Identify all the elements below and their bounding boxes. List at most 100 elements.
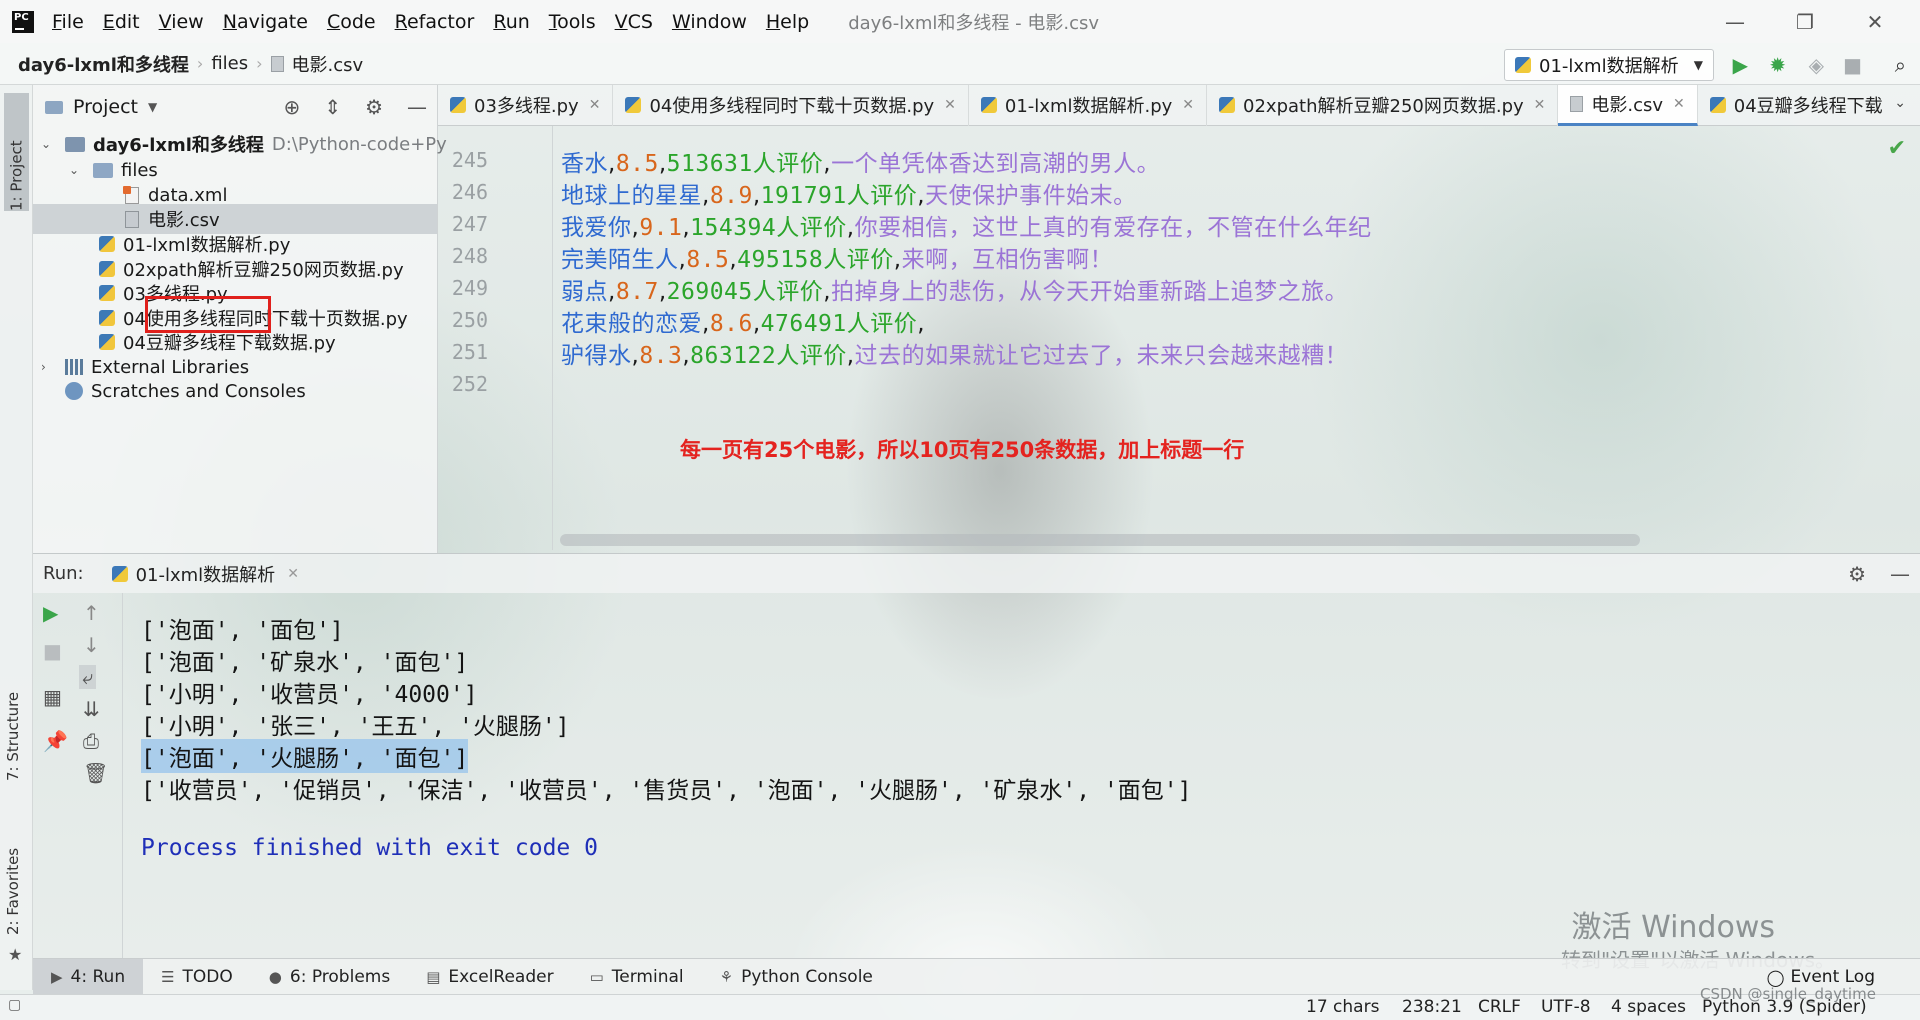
menu-navigate[interactable]: Navigate [223, 11, 308, 33]
collapse-all-icon[interactable]: ⇕ [324, 95, 341, 119]
soft-wrap-icon[interactable]: ⤶ [79, 665, 97, 689]
project-panel-title[interactable]: Project [73, 96, 138, 118]
menu-window[interactable]: Window [672, 11, 747, 33]
breadcrumb-file[interactable]: 电影.csv [292, 51, 364, 77]
line-number: 247 [451, 212, 488, 236]
tab-favorites[interactable]: 2: Favorites [4, 825, 22, 935]
trash-icon[interactable]: 🗑 [83, 761, 108, 785]
status-caret-position[interactable]: 238:21 [1402, 997, 1462, 1017]
movie-quote: 过去的如果就让它过去了，未来只会越来越糟！ [854, 343, 1349, 369]
expand-arrow-icon[interactable]: › [41, 360, 59, 374]
comma: , [702, 183, 710, 209]
scroll-up-icon[interactable]: ↑ [83, 601, 100, 625]
status-encoding[interactable]: UTF-8 [1541, 997, 1591, 1017]
close-tab-icon[interactable]: ✕ [589, 97, 601, 113]
review-count: 269045 [666, 279, 753, 305]
tab-movie-csv[interactable]: 电影.csv ✕ [1558, 84, 1698, 126]
hide-icon[interactable]: — [1890, 562, 1910, 586]
debug-icon[interactable]: ✹ [1769, 53, 1786, 77]
close-icon[interactable]: ✕ [1840, 10, 1910, 34]
excel-icon: ▤ [426, 967, 441, 986]
python-file-icon [1219, 97, 1236, 113]
coverage-icon[interactable]: ◈ [1809, 53, 1824, 77]
editor-area[interactable]: ✔ 245 香水,8.5,513631人评价,一个单凭体香达到高潮的男人。 24… [438, 126, 1920, 550]
tab-04-multithread-download[interactable]: 04使用多线程同时下载十页数据.py ✕ [613, 84, 969, 126]
close-tab-icon[interactable]: ✕ [944, 97, 956, 113]
locate-icon[interactable]: ⊕ [284, 95, 301, 119]
tab-02-xpath[interactable]: 02xpath解析豆瓣250网页数据.py ✕ [1207, 84, 1559, 126]
tool-window-terminal[interactable]: ▭ Terminal [572, 959, 702, 995]
tool-window-excelreader[interactable]: ▤ ExcelReader [408, 959, 571, 995]
python-file-icon [99, 236, 115, 252]
pin-icon[interactable]: 📌 [43, 729, 68, 753]
restore-icon[interactable]: ❐ [1770, 10, 1840, 34]
scroll-down-icon[interactable]: ↓ [83, 633, 100, 657]
csv-row: 香水,8.5,513631人评价,一个单凭体香达到高潮的男人。 [561, 144, 1160, 178]
project-tab-label: 1: Project [7, 140, 26, 211]
layout-icon[interactable]: ▦ [43, 685, 62, 709]
tab-label: 01-lxml数据解析.py [1004, 96, 1173, 117]
tree-scratches[interactable]: Scratches and Consoles [65, 376, 306, 406]
tool-window-problems[interactable]: ● 6: Problems [251, 959, 408, 995]
python-file-icon [99, 334, 115, 350]
event-log-button[interactable]: ◯ Event Log [1767, 967, 1875, 987]
rerun-icon[interactable]: ▶ [43, 601, 58, 625]
toggle-tool-windows-icon[interactable]: ▢ [8, 997, 21, 1013]
menu-tools[interactable]: Tools [549, 11, 596, 33]
root-label: day6-lxml和多线程 [93, 135, 264, 156]
tab-structure[interactable]: 7: Structure [4, 673, 22, 781]
stop-icon[interactable]: ■ [1843, 53, 1862, 77]
breadcrumb-project[interactable]: day6-lxml和多线程 [18, 51, 189, 77]
close-tab-icon[interactable]: ✕ [287, 566, 299, 582]
stop-icon[interactable]: ■ [43, 639, 62, 663]
gear-icon[interactable]: ⚙ [1848, 562, 1866, 586]
tab-project[interactable]: 1: Project [4, 93, 29, 211]
status-indent[interactable]: 4 spaces [1611, 997, 1686, 1017]
line-number: 252 [451, 372, 488, 396]
menu-view[interactable]: View [159, 11, 204, 33]
run-configuration-select[interactable]: 01-lxml数据解析 ▼ [1504, 49, 1714, 81]
breadcrumb-folder[interactable]: files [211, 53, 248, 74]
menu-file[interactable]: File [52, 11, 84, 33]
expand-arrow-icon[interactable]: ⌄ [69, 163, 87, 177]
run-icon[interactable]: ▶ [1733, 53, 1748, 77]
tab-03-threads[interactable]: 03多线程.py ✕ [438, 84, 614, 126]
tool-window-run[interactable]: ▶ 4: Run [33, 958, 144, 995]
close-tab-icon[interactable]: ✕ [1182, 97, 1194, 113]
tool-window-label: 6: Problems [289, 966, 391, 987]
tab-01-lxml[interactable]: 01-lxml数据解析.py ✕ [969, 84, 1208, 126]
menu-help[interactable]: Help [766, 11, 809, 33]
run-tab[interactable]: 01-lxml数据解析 ✕ [111, 561, 299, 587]
inspection-ok-icon: ✔ [1887, 136, 1906, 161]
menu-refactor[interactable]: Refactor [395, 11, 475, 33]
output-line: ['收营员', '促销员', '保洁', '收营员', '售货员', '泡面',… [141, 778, 1192, 804]
menu-vcs[interactable]: VCS [615, 11, 653, 33]
search-icon[interactable]: ⌕ [1895, 53, 1906, 77]
print-icon[interactable]: ⎙ [83, 729, 99, 753]
chevron-down-icon[interactable]: ▼ [148, 100, 157, 114]
menu-edit[interactable]: Edit [103, 11, 140, 33]
minimize-icon[interactable]: — [1700, 10, 1770, 34]
tool-window-python-console[interactable]: ⚘ Python Console [702, 959, 891, 995]
horizontal-scrollbar[interactable] [560, 534, 1640, 546]
close-tab-icon[interactable]: ✕ [1534, 97, 1546, 113]
hide-icon[interactable]: — [407, 95, 427, 119]
run-tab-label: 01-lxml数据解析 [135, 564, 276, 586]
scroll-to-end-icon[interactable]: ⇊ [83, 697, 100, 721]
csv-row: 地球上的星星,8.9,191791人评价,天使保护事件始末。 [561, 176, 1137, 210]
movie-title: 香水 [561, 151, 608, 177]
tab-04-douban[interactable]: 04豆瓣多线程下载 [1698, 85, 1895, 126]
gear-icon[interactable]: ⚙ [365, 95, 383, 119]
tool-window-todo[interactable]: ☰ TODO [143, 959, 251, 995]
comma: , [917, 311, 926, 337]
movie-score: 8.7 [615, 279, 659, 305]
expand-arrow-icon[interactable]: ⌄ [41, 137, 59, 151]
tabs-overflow-chevron-icon[interactable]: ⌄ [1894, 95, 1906, 111]
menu-code[interactable]: Code [327, 11, 376, 33]
review-count: 191791 [760, 183, 847, 209]
status-line-separator[interactable]: CRLF [1478, 997, 1521, 1017]
menu-run[interactable]: Run [493, 11, 529, 33]
csv-file-icon [125, 210, 139, 228]
run-configuration-label: 01-lxml数据解析 [1539, 56, 1679, 77]
close-tab-icon[interactable]: ✕ [1673, 96, 1685, 112]
